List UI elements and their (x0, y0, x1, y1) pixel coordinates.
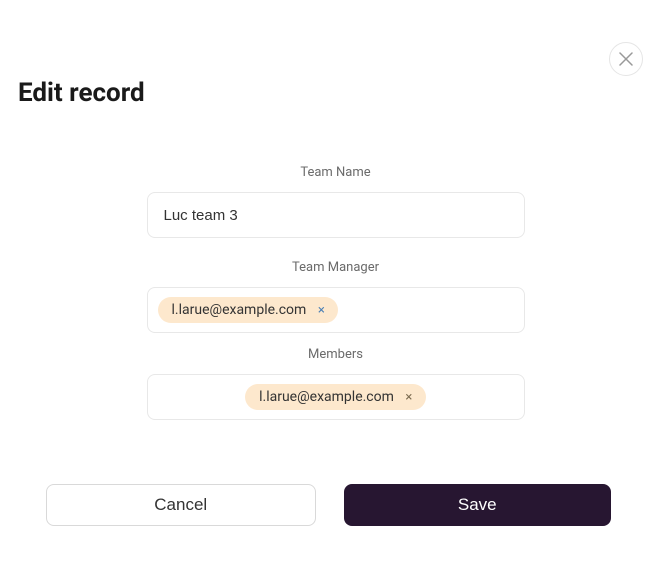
remove-member-icon[interactable]: × (402, 390, 416, 404)
edit-record-dialog: Edit record Team Name Team Manager l.lar… (0, 0, 671, 573)
close-button[interactable] (609, 42, 643, 76)
form-area: Team Name Team Manager l.larue@example.c… (147, 165, 525, 434)
dialog-title: Edit record (18, 78, 145, 108)
close-icon (619, 52, 633, 66)
members-input[interactable]: l.larue@example.com × (147, 374, 525, 420)
team-name-input[interactable] (147, 192, 525, 238)
cancel-button[interactable]: Cancel (46, 484, 316, 526)
team-manager-label: Team Manager (292, 260, 379, 275)
dialog-footer: Cancel Save (46, 484, 611, 526)
team-manager-input[interactable]: l.larue@example.com × (147, 287, 525, 333)
member-tag-text: l.larue@example.com (259, 389, 394, 405)
manager-tag-text: l.larue@example.com (172, 302, 307, 318)
manager-tag: l.larue@example.com × (158, 297, 339, 323)
save-button[interactable]: Save (344, 484, 612, 526)
member-tag: l.larue@example.com × (245, 384, 426, 410)
members-label: Members (308, 347, 363, 362)
team-name-label: Team Name (300, 165, 370, 180)
remove-manager-icon[interactable]: × (314, 303, 328, 317)
